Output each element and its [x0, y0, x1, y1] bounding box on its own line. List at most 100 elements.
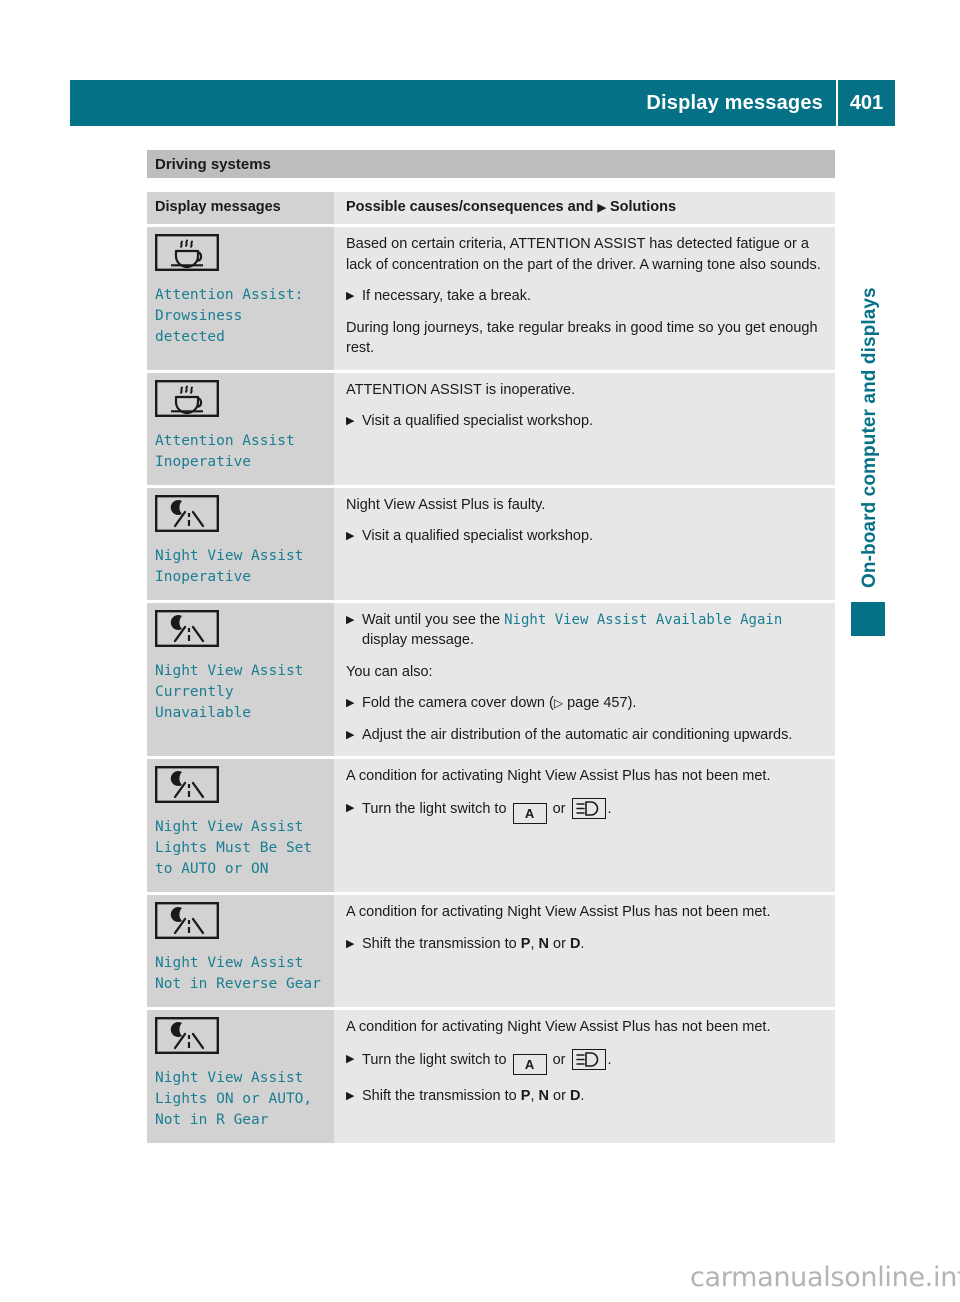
bullet-arrow-icon: ▶ [346, 415, 355, 427]
display-message-text: Night View Assist Lights Must Be Set to … [155, 819, 313, 877]
message-cell: Night View Assist Inoperative [147, 487, 334, 600]
solution-bullet: ▶ Fold the camera cover down (▷ page 457)… [346, 693, 825, 714]
solution-bullet: ▶ Visit a qualified specialist workshop. [346, 411, 825, 432]
solution-text-post: display message. [362, 632, 475, 648]
coffee-cup-icon [155, 379, 326, 422]
night-view-assist-icon [155, 1017, 326, 1059]
causes-solutions-cell: A condition for activating Night View As… [334, 895, 835, 1007]
page-reference-text[interactable]: page 457 [563, 695, 628, 711]
bullet-arrow-icon: ▶ [346, 937, 355, 950]
solution-text-pre: Wait until you see the [362, 611, 505, 628]
paragraph-text: You can also: [346, 663, 433, 680]
table-row: Night View Assist Not in Reverse Gear A c… [147, 895, 835, 1007]
message-cell: Night View Assist Lights ON or AUTO, Not… [147, 1010, 334, 1143]
table-row: Night View Assist Lights ON or AUTO, Not… [147, 1010, 835, 1143]
page-reference-arrow-icon: ▷ [553, 696, 564, 710]
gear-position-p: P [520, 935, 531, 952]
paragraph-text: During long journeys, take regular break… [346, 319, 818, 357]
table-row: Night View Assist Inoperative Night View … [147, 487, 835, 600]
solution-text-pre: Shift the transmission to [362, 935, 521, 952]
paragraph-text: ATTENTION ASSIST is inoperative. [346, 381, 576, 398]
solution-text-mid: or [548, 800, 570, 817]
causes-solutions-cell: ▶ Wait until you see the Night View Assis… [334, 602, 835, 756]
page-title: Display messages [646, 91, 823, 114]
solution-text-pre: Shift the transmission to [362, 1087, 521, 1104]
table-header-row: Display messages Possible causes/consequ… [147, 192, 835, 224]
gear-sep-1: , [530, 1087, 539, 1104]
column-header-display-messages: Display messages [155, 199, 281, 215]
solution-bullet: ▶ Shift the transmission to P, N or D. [346, 934, 825, 955]
gear-position-d: D [569, 1087, 581, 1104]
site-watermark: carmanualsonline.info [690, 1262, 960, 1293]
solution-text-post: ). [627, 695, 637, 711]
message-cell: Attention Assist: Drowsiness detected [147, 227, 334, 370]
column-header-causes-solutions: Possible causes/consequences and ▶ Solut… [346, 197, 825, 218]
causes-solutions-cell: Based on certain criteria, ATTENTION ASS… [334, 227, 835, 370]
night-view-assist-icon [155, 609, 326, 652]
solution-bullet: ▶ Turn the light switch to A or . [346, 1048, 825, 1075]
causes-solutions-cell: A condition for activating Night View As… [334, 759, 835, 892]
message-cell: Night View Assist Lights Must Be Set to … [147, 759, 334, 892]
column-header-suffix: Solutions [609, 199, 677, 215]
solution-text-post: . [580, 1087, 585, 1104]
paragraph-text: Based on certain criteria, ATTENTION ASS… [346, 236, 821, 273]
solution-text-pre: Fold the camera cover down ( [362, 695, 554, 711]
solutions-bullet-icon: ▶ [597, 202, 606, 214]
display-message-text: Night View Assist Lights ON or AUTO, Not… [155, 1070, 313, 1128]
gear-sep-1: , [530, 935, 539, 952]
gear-sep-2: or [548, 935, 570, 952]
bullet-arrow-icon: ▶ [346, 697, 355, 709]
solution-text-pre: Turn the light switch to [362, 1051, 511, 1068]
paragraph-text: A condition for activating Night View As… [346, 904, 771, 920]
solution-text-mid: or [548, 1051, 570, 1068]
chapter-tab-label: On-board computer and displays [859, 287, 880, 588]
table-body: Attention Assist: Drowsiness detected Bas… [147, 227, 835, 1143]
display-message-text: Night View Assist Currently Unavailable [155, 662, 304, 721]
night-view-assist-icon [155, 902, 326, 944]
display-message-text: Night View Assist Inoperative [155, 547, 304, 585]
bullet-arrow-icon: ▶ [346, 290, 355, 302]
gear-position-d: D [569, 935, 581, 952]
gear-sep-2: or [548, 1087, 570, 1104]
bullet-arrow-icon: ▶ [346, 613, 355, 626]
solution-bullet: ▶ If necessary, take a break. [346, 286, 825, 307]
bullet-arrow-icon: ▶ [346, 530, 355, 542]
solution-text-post: . [607, 1051, 612, 1068]
page-header-bar: Display messages 401 [70, 80, 895, 126]
gear-position-n: N [538, 935, 549, 952]
causes-solutions-cell: ATTENTION ASSIST is inoperative. ▶ Visit a… [334, 372, 835, 485]
causes-solutions-cell: A condition for activating Night View As… [334, 1010, 835, 1143]
solution-text-pre: Turn the light switch to [362, 800, 511, 817]
message-cell: Attention Assist Inoperative [147, 372, 334, 485]
headlight-symbol-icon [571, 797, 606, 819]
paragraph-text: Night View Assist Plus is faulty. [346, 496, 546, 513]
auto-light-symbol: A [512, 1053, 547, 1075]
table-header-cell-left: Display messages [147, 192, 334, 224]
display-message-text: Attention Assist: Drowsiness detected [155, 287, 304, 345]
solution-text: Visit a qualified specialist workshop. [362, 528, 594, 544]
table-row: Night View Assist Lights Must Be Set to … [147, 759, 835, 892]
paragraph-text: A condition for activating Night View As… [346, 1019, 771, 1035]
auto-light-symbol: A [512, 802, 547, 824]
solution-text-post: . [580, 935, 585, 952]
bullet-arrow-icon: ▶ [346, 728, 355, 741]
solution-bullet: ▶ Adjust the air distribution of the auto… [346, 725, 825, 746]
message-cell: Night View Assist Not in Reverse Gear [147, 895, 334, 1007]
bullet-arrow-icon: ▶ [346, 1052, 355, 1065]
solution-text: If necessary, take a break. [362, 288, 531, 304]
causes-solutions-cell: Night View Assist Plus is faulty. ▶ Visit … [334, 487, 835, 600]
night-view-assist-icon [155, 494, 326, 537]
section-heading: Driving systems [147, 150, 835, 178]
solution-bullet: ▶ Shift the transmission to P, N or D. [346, 1086, 825, 1107]
table-row: Night View Assist Currently Unavailable ▶… [147, 602, 835, 756]
display-message-text: Night View Assist Not in Reverse Gear [155, 955, 321, 992]
headlight-symbol-icon [571, 1048, 606, 1070]
solution-text: Visit a qualified specialist workshop. [362, 413, 594, 429]
coffee-cup-icon [155, 234, 326, 276]
table-header-cell-right: Possible causes/consequences and ▶ Solut… [334, 192, 835, 224]
gear-position-p: P [520, 1087, 531, 1104]
solution-bullet: ▶ Visit a qualified specialist workshop. [346, 526, 825, 547]
page-number: 401 [849, 91, 884, 114]
solution-bullet: ▶ Wait until you see the Night View Assis… [346, 610, 825, 651]
display-messages-table: Display messages Possible causes/consequ… [147, 192, 835, 1146]
